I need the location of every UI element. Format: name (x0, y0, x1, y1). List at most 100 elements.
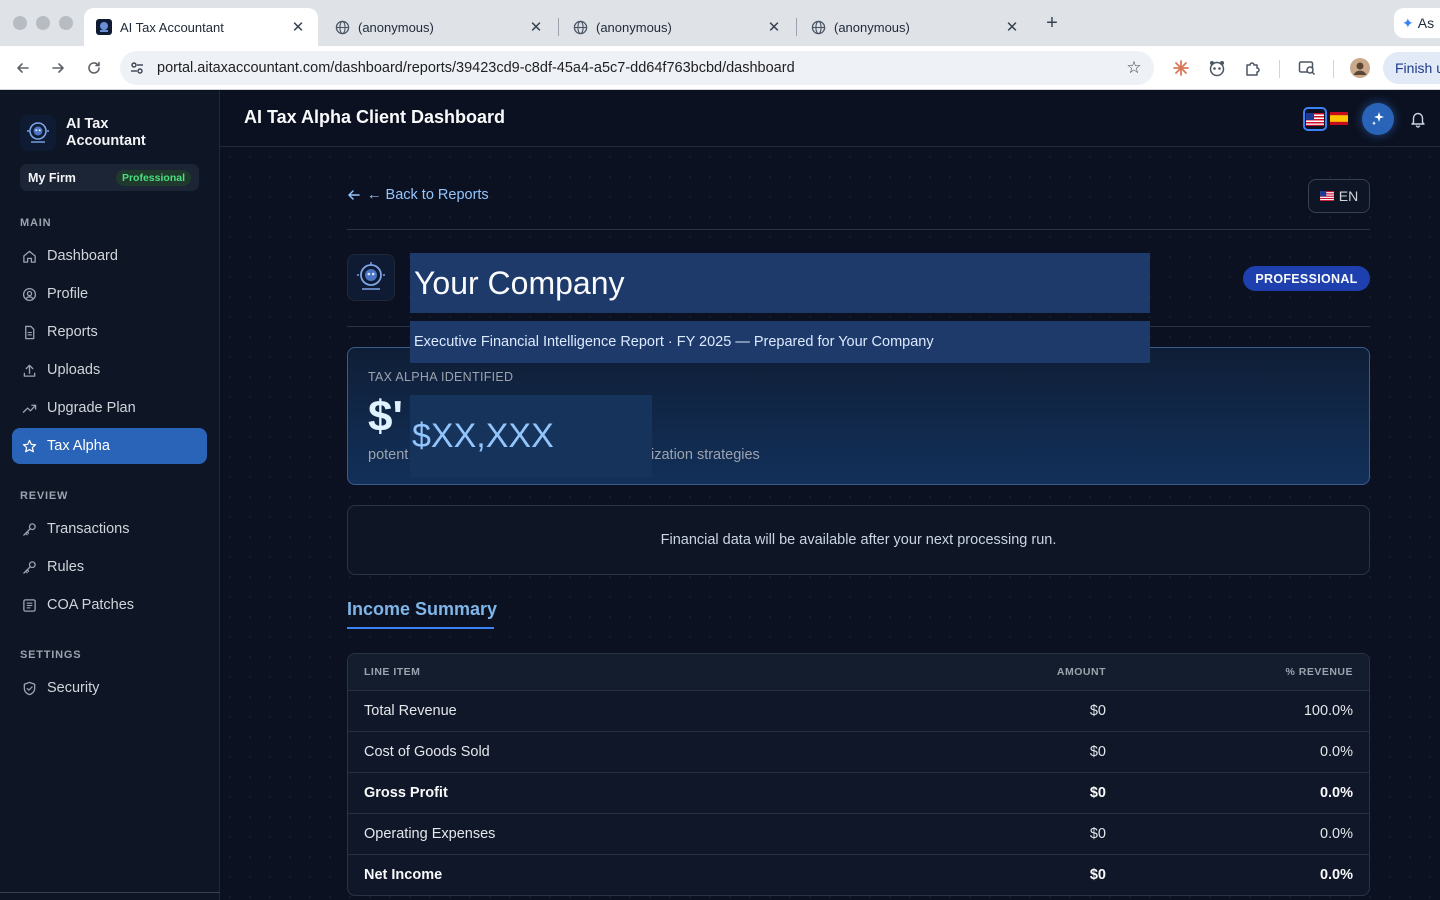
home-icon (21, 248, 37, 264)
language-label: EN (1338, 188, 1359, 204)
arrow-left-icon (348, 190, 360, 200)
brand[interactable]: AI Tax Accountant (20, 115, 166, 151)
key-icon (21, 559, 37, 575)
us-flag-icon (1319, 191, 1334, 201)
tab-title: AI Tax Accountant (120, 19, 224, 35)
panda-extension-icon[interactable] (1207, 58, 1227, 78)
sidebar-item-label: Tax Alpha (47, 438, 110, 454)
main-content: ← Back to Reports EN Your Company PROFES… (220, 147, 1440, 900)
divider (347, 229, 1370, 230)
company-logo-icon (347, 254, 395, 301)
sidebar-item-dashboard[interactable]: Dashboard (12, 238, 207, 274)
income-summary-table: LINE ITEM AMOUNT % REVENUE Total Revenue… (347, 653, 1370, 896)
column-header-amount: AMOUNT (1056, 666, 1106, 678)
back-arrow-icon[interactable] (11, 56, 35, 80)
brand-logo-icon (20, 115, 56, 151)
table-row: Cost of Goods Sold $0 0.0% (348, 731, 1369, 772)
data-pending-notice: Financial data will be available after y… (347, 505, 1370, 575)
amount-cell: $0 (1089, 744, 1106, 760)
browser-tab-active[interactable]: AI Tax Accountant ✕ (84, 8, 318, 46)
browser-tab[interactable]: (anonymous) ✕ (322, 8, 556, 46)
url-text[interactable]: portal.aitaxaccountant.com/dashboard/rep… (154, 60, 1114, 76)
amount-cell: $0 (1089, 703, 1106, 719)
sidebar-item-tax-alpha[interactable]: Tax Alpha (12, 428, 207, 464)
sidebar-item-uploads[interactable]: Uploads (12, 352, 207, 388)
sidebar-item-rules[interactable]: Rules (12, 549, 207, 585)
sidebar-item-label: Dashboard (47, 248, 118, 264)
company-name-field[interactable]: Your Company (410, 253, 1150, 313)
table-row: Total Revenue $0 100.0% (348, 690, 1369, 731)
finish-update-button[interactable]: Finish u (1383, 52, 1440, 84)
sidebar-item-transactions[interactable]: Transactions (12, 511, 207, 547)
new-tab-plus-icon[interactable]: + (1042, 12, 1062, 35)
browser-tab[interactable]: (anonymous) ✕ (798, 8, 1032, 46)
pct-revenue-cell: 100.0% (1303, 703, 1353, 719)
income-summary-title[interactable]: Income Summary (347, 599, 497, 620)
address-bar[interactable]: portal.aitaxaccountant.com/dashboard/rep… (120, 51, 1154, 85)
sidebar-item-label: Upgrade Plan (47, 400, 136, 416)
site-settings-icon[interactable] (120, 60, 154, 76)
sidebar-item-reports[interactable]: Reports (12, 314, 207, 350)
sidebar-item-security[interactable]: Security (12, 670, 207, 706)
claude-extension-icon[interactable] (1171, 58, 1191, 78)
section-label-main: MAIN (20, 217, 52, 229)
amount-cell: $0 (1089, 826, 1106, 842)
page-title: AI Tax Alpha Client Dashboard (244, 107, 506, 127)
list-icon (21, 597, 37, 613)
table-header: LINE ITEM AMOUNT % REVENUE (348, 654, 1369, 690)
language-toggle-button[interactable]: EN (1308, 179, 1370, 213)
tax-alpha-value-field[interactable]: $XX,XXX (410, 395, 652, 478)
tax-alpha-caption-start: potent (368, 447, 409, 463)
tab-close-icon[interactable]: ✕ (1004, 18, 1020, 36)
notice-text: Financial data will be available after y… (660, 532, 1057, 548)
document-icon (21, 324, 37, 340)
sidebar-divider (0, 892, 220, 893)
amount-cell: $0 (1089, 867, 1106, 883)
amount-cell: $0 (1089, 785, 1106, 801)
tab-close-icon[interactable]: ✕ (766, 18, 782, 36)
assistant-tab[interactable]: ✦ As (1394, 8, 1440, 38)
pct-revenue-cell: 0.0% (1319, 826, 1353, 842)
ai-assistant-button[interactable] (1362, 103, 1394, 135)
notifications-bell-icon[interactable] (1407, 108, 1429, 130)
professional-badge: PROFESSIONAL (1243, 266, 1370, 291)
pct-revenue-cell: 0.0% (1319, 867, 1353, 883)
tax-alpha-value: $' (368, 392, 403, 441)
window-zoom-control[interactable] (59, 16, 73, 30)
us-flag-icon[interactable] (1303, 107, 1327, 131)
spain-flag-icon[interactable] (1330, 112, 1348, 125)
firm-selector[interactable]: My Firm Professional (20, 164, 199, 191)
report-subtitle-field[interactable]: Executive Financial Intelligence Report … (410, 321, 1150, 363)
pct-revenue-cell: 0.0% (1319, 785, 1353, 801)
browser-tab[interactable]: (anonymous) ✕ (560, 8, 794, 46)
table-row: Gross Profit $0 0.0% (348, 772, 1369, 813)
bookmark-star-icon[interactable]: ☆ (1114, 58, 1154, 78)
sidebar-item-label: Security (47, 680, 100, 696)
trending-up-icon (21, 400, 37, 416)
line-item-cell: Gross Profit (364, 785, 448, 801)
extensions-puzzle-icon[interactable] (1243, 58, 1263, 78)
forward-arrow-icon[interactable] (46, 56, 70, 80)
tab-search-icon[interactable] (1297, 58, 1317, 78)
window-minimize-control[interactable] (36, 16, 50, 30)
tab-separator (558, 18, 559, 36)
globe-icon (334, 19, 350, 35)
sidebar-item-upgrade-plan[interactable]: Upgrade Plan (12, 390, 207, 426)
sidebar-item-coa-patches[interactable]: COA Patches (12, 587, 207, 623)
section-label-settings: SETTINGS (20, 649, 82, 661)
line-item-cell: Cost of Goods Sold (364, 744, 490, 760)
table-row: Net Income $0 0.0% (348, 854, 1369, 895)
reload-icon[interactable] (82, 56, 106, 80)
tax-alpha-caption-end: ization strategies (651, 447, 760, 463)
report-subtitle: Executive Financial Intelligence Report … (414, 334, 934, 350)
tab-close-icon[interactable]: ✕ (290, 18, 306, 36)
back-to-reports-link[interactable]: ← Back to Reports (347, 187, 489, 203)
company-name: Your Company (414, 264, 625, 301)
tab-title: (anonymous) (834, 19, 910, 35)
assistant-tab-label: As (1417, 15, 1435, 31)
toolbar-separator (1279, 60, 1280, 78)
sidebar-item-profile[interactable]: Profile (12, 276, 207, 312)
window-close-control[interactable] (13, 16, 27, 30)
profile-avatar-icon[interactable] (1350, 58, 1370, 78)
tab-close-icon[interactable]: ✕ (528, 18, 544, 36)
